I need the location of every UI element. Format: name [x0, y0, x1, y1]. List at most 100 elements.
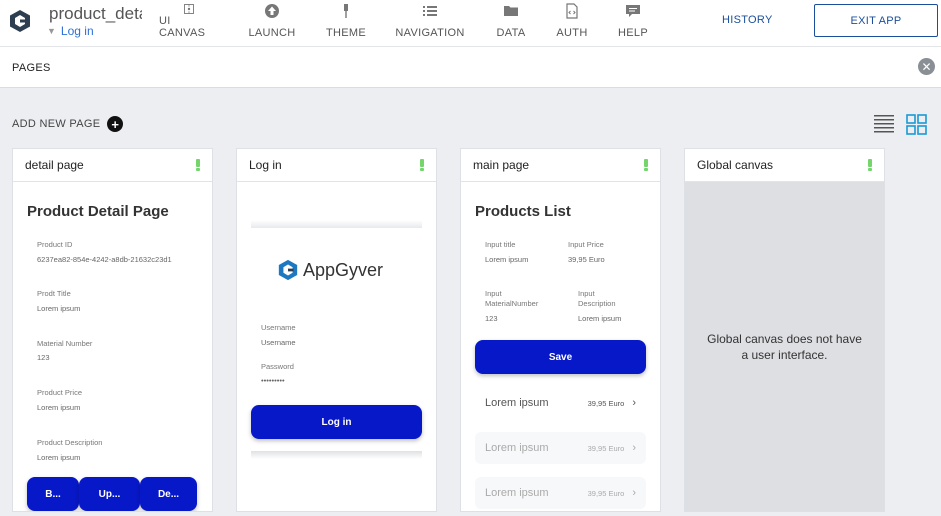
- nav-launch[interactable]: LAUNCH: [247, 3, 297, 43]
- page-card-login[interactable]: Log in AppGyver Username Username Passwo…: [236, 148, 437, 512]
- global-canvas-message-line2: a user interface.: [741, 348, 828, 362]
- page-preview: Product Detail Page Product ID 6237ea82-…: [13, 182, 212, 511]
- preview-update-button: Up...: [79, 477, 140, 511]
- page-card-header: detail page: [13, 149, 212, 182]
- add-page-label: ADD NEW PAGE: [12, 118, 101, 130]
- list-view-icon[interactable]: [874, 114, 894, 135]
- page-card-name: Log in: [249, 158, 282, 172]
- list-item: Lorem ipsum 39,95 Euro ›: [475, 387, 646, 419]
- brand-name: AppGyver: [303, 259, 384, 280]
- global-canvas-message: Global canvas does not have a user inter…: [685, 182, 884, 511]
- password-label: Password: [261, 362, 294, 371]
- add-new-page-button[interactable]: ADD NEW PAGE +: [12, 116, 124, 132]
- exit-app-button[interactable]: EXIT APP: [814, 4, 938, 37]
- nav-label: DATA: [496, 27, 526, 39]
- help-chat-icon: [626, 5, 640, 17]
- input-value: 123: [485, 314, 498, 323]
- list-item-price: 39,95 Euro: [587, 443, 625, 453]
- page-card-detail[interactable]: detail page Product Detail Page Product …: [12, 148, 213, 512]
- preview-title: Products List: [475, 203, 571, 220]
- preview-delete-button: De...: [140, 477, 197, 511]
- plus-icon: +: [107, 116, 124, 132]
- page-card-main[interactable]: main page Products List Input title Lore…: [460, 148, 661, 512]
- global-canvas-message-line1: Global canvas does not have: [707, 332, 862, 346]
- status-flag-icon: [420, 159, 424, 171]
- close-icon[interactable]: ✕: [918, 58, 935, 75]
- field-label: Product Description: [37, 438, 103, 447]
- list-item-price: 39,95 Euro: [587, 398, 625, 408]
- input-label: Input title: [485, 240, 516, 249]
- nav-data[interactable]: DATA: [493, 3, 529, 43]
- navigation-list-icon: [423, 6, 437, 16]
- field-label: Prodt Title: [37, 289, 71, 298]
- field-label: Product ID: [37, 240, 73, 249]
- input-value: Lorem ipsum: [578, 314, 622, 323]
- history-button[interactable]: HISTORY: [722, 14, 773, 26]
- top-bar: product_detail ▼ Log in UI CANVAS LAUNCH…: [0, 0, 941, 47]
- preview-save-button: Save: [475, 340, 646, 374]
- field-label: Material Number: [37, 339, 93, 348]
- appgyver-brand: AppGyver: [277, 258, 383, 282]
- preview-divider: [251, 220, 422, 228]
- nav-auth[interactable]: AUTH: [554, 3, 590, 43]
- nav-label: AUTH: [556, 27, 588, 39]
- nav-navigation[interactable]: NAVIGATION: [394, 3, 466, 43]
- list-item-title: Lorem ipsum: [485, 487, 549, 499]
- login-page-selector[interactable]: ▼ Log in: [47, 24, 94, 38]
- page-card-header: Log in: [237, 149, 436, 182]
- username-value: Username: [261, 338, 296, 347]
- page-card-header: main page: [461, 149, 660, 182]
- field-value: Lorem ipsum: [37, 453, 81, 462]
- page-card-header: Global canvas: [685, 149, 884, 182]
- field-label: Product Price: [37, 388, 83, 397]
- page-preview: AppGyver Username Username Password ••••…: [237, 182, 436, 511]
- input-label: Input Price: [568, 240, 604, 249]
- appgyver-logo-icon[interactable]: [8, 9, 32, 33]
- list-item-price: 39,95 Euro: [587, 488, 625, 498]
- preview-title: Product Detail Page: [27, 203, 169, 220]
- page-card-name: main page: [473, 158, 530, 172]
- status-flag-icon: [644, 159, 648, 171]
- nav-theme[interactable]: THEME: [324, 3, 368, 43]
- theme-brush-icon: [344, 4, 348, 18]
- nav-label: LAUNCH: [248, 27, 296, 39]
- username-label: Username: [261, 323, 296, 332]
- list-item: Lorem ipsum 39,95 Euro ›: [475, 477, 646, 509]
- input-label: Input MaterialNumber: [485, 289, 539, 308]
- nav-label: THEME: [326, 27, 366, 39]
- chevron-right-icon: ›: [632, 442, 636, 454]
- list-item-title: Lorem ipsum: [485, 442, 549, 454]
- page-card-name: detail page: [25, 158, 84, 172]
- page-preview: Products List Input title Lorem ipsum In…: [461, 182, 660, 511]
- preview-divider: [251, 451, 422, 459]
- current-page-link[interactable]: Log in: [61, 24, 94, 38]
- ui-canvas-icon: [184, 4, 194, 14]
- chevron-right-icon: ›: [632, 487, 636, 499]
- input-label: Input Description: [578, 289, 616, 308]
- field-value: Lorem ipsum: [37, 304, 81, 313]
- field-value: Lorem ipsum: [37, 403, 81, 412]
- status-flag-icon: [196, 159, 200, 171]
- folder-icon: [504, 6, 518, 16]
- password-value: •••••••••: [261, 376, 285, 385]
- pages-bar: PAGES: [0, 47, 941, 88]
- field-value: 6237ea82-854e-4242-a8db-21632c23d1: [37, 255, 172, 264]
- pages-title: PAGES: [12, 62, 51, 74]
- nav-ui-canvas[interactable]: UI CANVAS: [159, 3, 219, 43]
- page-card-global-canvas[interactable]: Global canvas Global canvas does not hav…: [684, 148, 885, 512]
- app-title[interactable]: product_detail: [49, 4, 142, 24]
- nav-label: NAVIGATION: [395, 27, 465, 39]
- chevron-right-icon: ›: [632, 397, 636, 409]
- list-item-title: Lorem ipsum: [485, 397, 549, 409]
- auth-document-icon: [566, 3, 578, 19]
- nav-help[interactable]: HELP: [615, 3, 651, 43]
- appgyver-logo-icon: [278, 259, 298, 281]
- field-value: 123: [37, 353, 50, 362]
- grid-view-icon[interactable]: [906, 114, 927, 135]
- page-card-name: Global canvas: [697, 158, 774, 172]
- launch-icon: [265, 4, 279, 18]
- caret-down-icon: ▼: [47, 26, 56, 36]
- preview-button: B...: [27, 477, 79, 511]
- input-value: 39,95 Euro: [568, 255, 605, 264]
- list-item: Lorem ipsum 39,95 Euro ›: [475, 432, 646, 464]
